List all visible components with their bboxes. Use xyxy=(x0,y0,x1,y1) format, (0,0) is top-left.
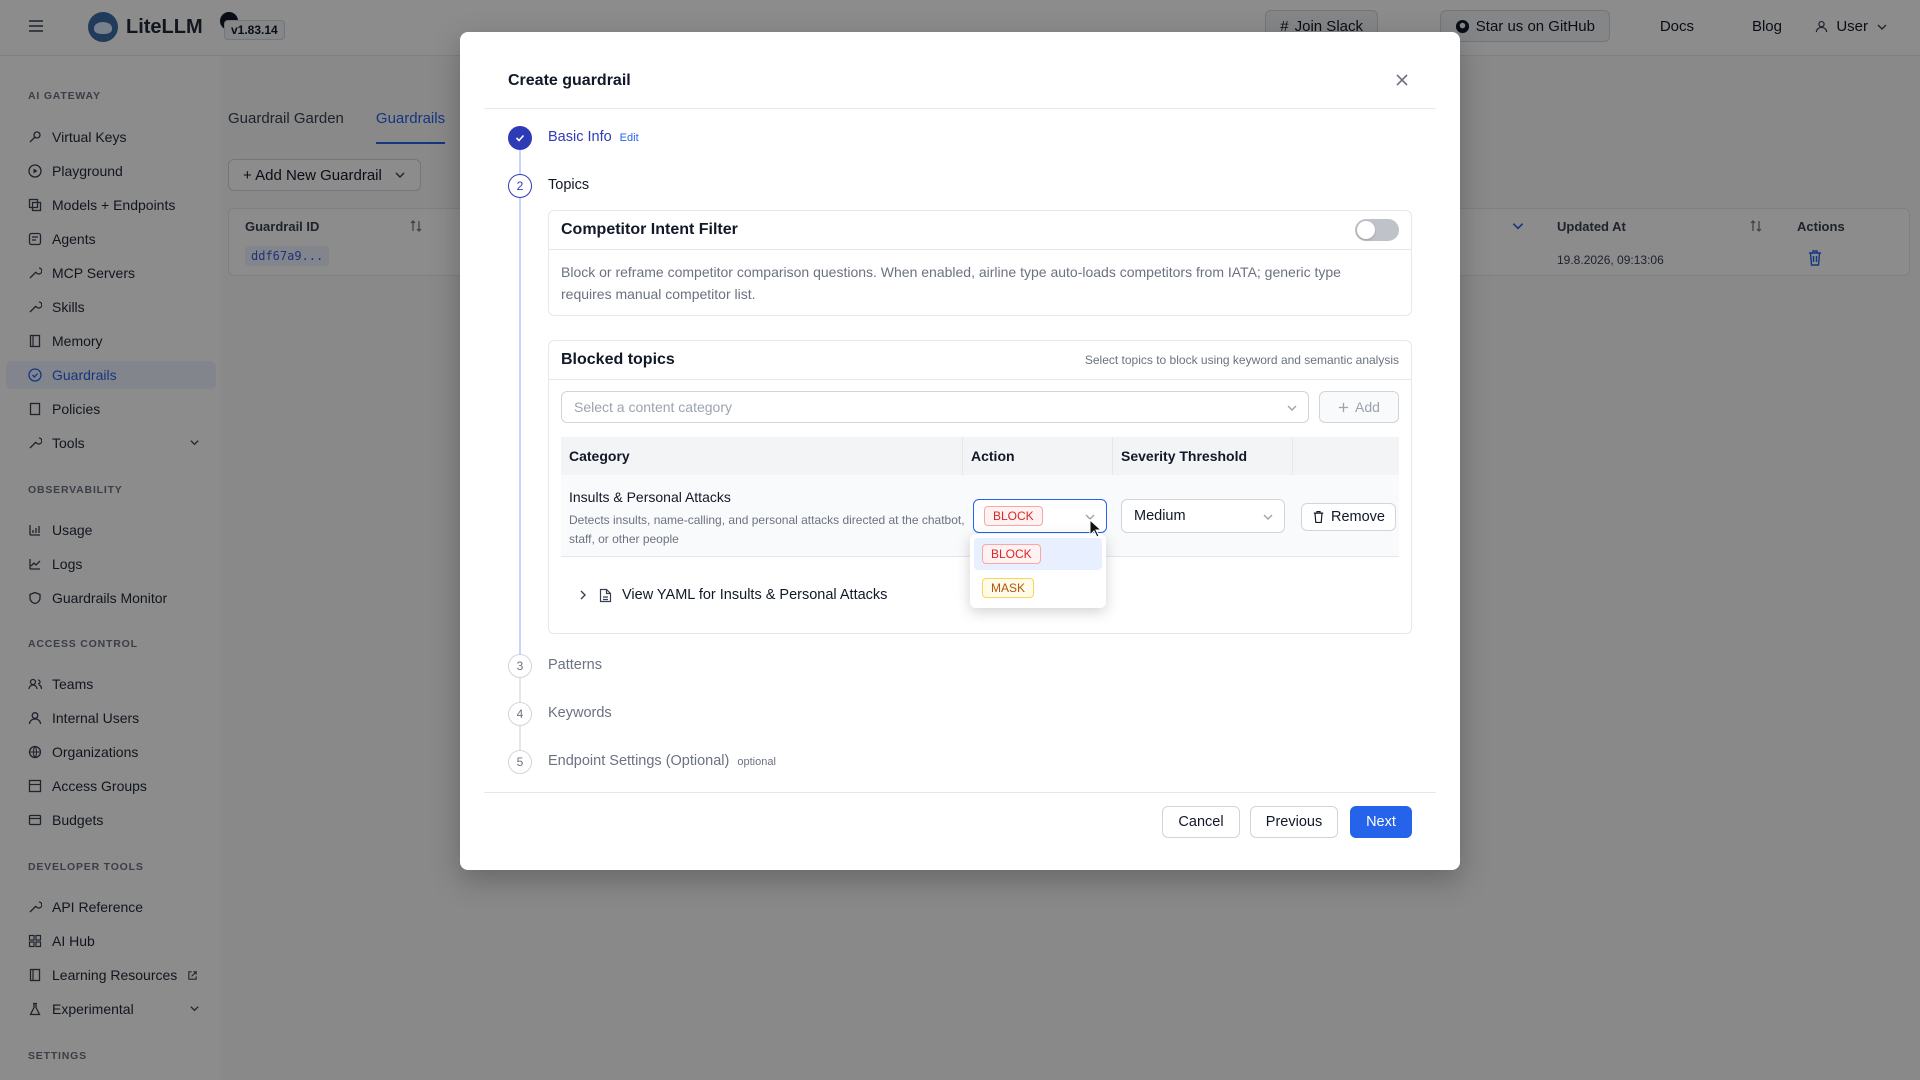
trash-icon xyxy=(1313,510,1324,524)
action-select[interactable]: BLOCK xyxy=(973,499,1107,533)
check-icon xyxy=(515,134,525,142)
col-severity: Severity Threshold xyxy=(1113,437,1293,475)
content-category-placeholder: Select a content category xyxy=(574,399,732,415)
header-divider xyxy=(484,108,1436,109)
action-selected-tag: BLOCK xyxy=(984,506,1043,526)
step-5-circle: 5 xyxy=(508,750,532,774)
step-1-title: Basic Info xyxy=(548,129,612,145)
step-4-number: 4 xyxy=(516,707,524,721)
competitor-toggle[interactable] xyxy=(1355,219,1399,241)
block-tag: BLOCK xyxy=(982,544,1041,564)
file-icon xyxy=(599,588,612,602)
step-4-circle: 4 xyxy=(508,702,532,726)
action-dropdown: BLOCK MASK xyxy=(970,534,1106,608)
step-2-title: Topics xyxy=(548,177,590,193)
card-divider xyxy=(549,249,1411,250)
plus-icon xyxy=(1338,402,1349,412)
add-category-label: Add xyxy=(1355,399,1380,415)
competitor-title: Competitor Intent Filter xyxy=(561,221,738,238)
previous-button[interactable]: Previous xyxy=(1250,806,1338,838)
action-option-mask[interactable]: MASK xyxy=(974,572,1102,604)
remove-button[interactable]: Remove xyxy=(1301,503,1396,531)
card-divider xyxy=(549,379,1411,380)
close-icon[interactable] xyxy=(1392,70,1412,90)
severity-select[interactable]: Medium xyxy=(1121,499,1285,533)
chevron-down-icon xyxy=(1263,514,1273,520)
step-connector xyxy=(519,726,521,750)
step-3-number: 3 xyxy=(516,659,524,673)
col-action: Action xyxy=(963,437,1113,475)
step-connector xyxy=(519,678,521,702)
step-connector xyxy=(519,198,521,682)
category-name: Insults & Personal Attacks xyxy=(569,489,731,505)
chevron-right-icon xyxy=(580,590,586,600)
cancel-button[interactable]: Cancel xyxy=(1162,806,1240,838)
blocked-topics-title: Blocked topics xyxy=(561,351,675,368)
next-button[interactable]: Next xyxy=(1350,806,1412,838)
modal-title: Create guardrail xyxy=(508,72,631,89)
col-category: Category xyxy=(561,437,963,475)
view-yaml-label: View YAML for Insults & Personal Attacks xyxy=(622,587,888,603)
step-5-title: Endpoint Settings (Optional) xyxy=(548,753,730,769)
step-5-label[interactable]: Endpoint Settings (Optional) optional xyxy=(548,753,776,769)
view-yaml-toggle[interactable]: View YAML for Insults & Personal Attacks xyxy=(577,587,887,603)
step-connector xyxy=(519,150,521,174)
step-3-label[interactable]: Patterns xyxy=(548,657,602,673)
step-5-number: 5 xyxy=(516,755,524,769)
chevron-down-icon xyxy=(1287,405,1297,411)
col-remove xyxy=(1293,437,1399,475)
severity-value: Medium xyxy=(1134,508,1186,524)
footer-divider xyxy=(484,792,1436,793)
step-3-title: Patterns xyxy=(548,657,602,673)
step-1-edit-link[interactable]: Edit xyxy=(620,132,639,144)
mask-tag: MASK xyxy=(982,578,1035,598)
category-description: Detects insults, name-calling, and perso… xyxy=(569,513,965,546)
step-1-circle[interactable] xyxy=(508,126,532,150)
mouse-cursor-icon xyxy=(1089,519,1103,538)
action-option-block[interactable]: BLOCK xyxy=(974,538,1102,570)
competitor-description: Block or reframe competitor comparison q… xyxy=(561,264,1341,302)
step-5-optional-tag: optional xyxy=(737,756,776,768)
step-4-title: Keywords xyxy=(548,705,612,721)
remove-label: Remove xyxy=(1331,509,1385,525)
step-2-number: 2 xyxy=(516,179,524,193)
step-2-label: Topics xyxy=(548,177,589,193)
competitor-intent-card: Competitor Intent Filter Block or refram… xyxy=(548,210,1412,316)
step-2-circle: 2 xyxy=(508,174,532,198)
step-3-circle: 3 xyxy=(508,654,532,678)
create-guardrail-modal: Create guardrail Basic Info Edit 2 Topics… xyxy=(460,32,1460,870)
step-1-label[interactable]: Basic Info Edit xyxy=(548,129,639,145)
step-4-label[interactable]: Keywords xyxy=(548,705,612,721)
blocked-topics-hint: Select topics to block using keyword and… xyxy=(1084,353,1399,367)
content-category-select[interactable]: Select a content category xyxy=(561,391,1309,423)
add-category-button[interactable]: Add xyxy=(1319,391,1399,423)
